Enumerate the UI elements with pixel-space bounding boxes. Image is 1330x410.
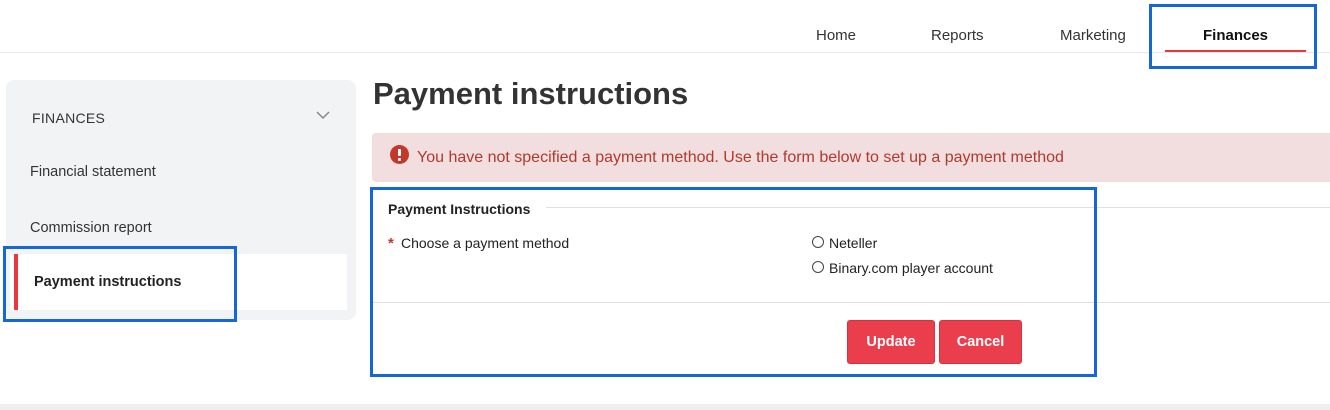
nav-reports[interactable]: Reports bbox=[931, 27, 984, 44]
alert-message: You have not specified a payment method.… bbox=[417, 149, 1064, 166]
chevron-down-icon[interactable] bbox=[316, 110, 330, 120]
highlight-box-nav bbox=[1149, 4, 1317, 69]
page-title: Payment instructions bbox=[373, 76, 689, 111]
highlight-box-sidebar bbox=[3, 246, 237, 322]
nav-marketing[interactable]: Marketing bbox=[1060, 27, 1126, 44]
sidebar-section-header[interactable]: FINANCES bbox=[32, 110, 105, 126]
sidebar-item-financial-statement[interactable]: Financial statement bbox=[30, 164, 156, 180]
error-circle-icon bbox=[390, 145, 409, 164]
error-alert: You have not specified a payment method.… bbox=[372, 133, 1330, 182]
sidebar-item-commission-report[interactable]: Commission report bbox=[30, 220, 152, 236]
top-navigation: Home Reports Marketing Finances bbox=[0, 0, 1330, 53]
nav-home[interactable]: Home bbox=[816, 27, 856, 44]
highlight-box-form bbox=[370, 187, 1097, 377]
page-bottom-border bbox=[0, 404, 1330, 410]
